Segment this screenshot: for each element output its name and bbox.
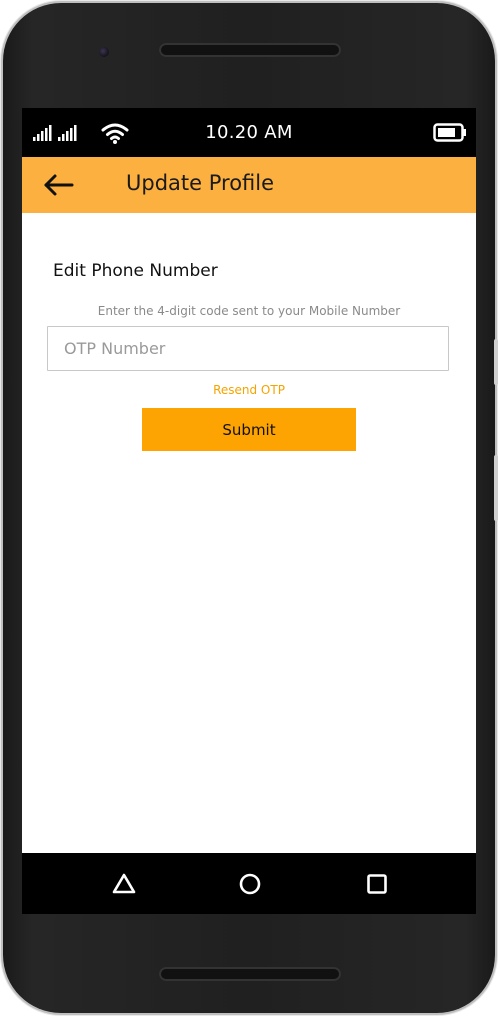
recents-square-icon (367, 874, 387, 894)
app-bar: Update Profile (22, 157, 476, 213)
otp-input[interactable] (47, 326, 449, 371)
section-heading: Edit Phone Number (53, 261, 218, 281)
status-bar: 10.20 AM (22, 108, 476, 157)
nav-back-button[interactable] (109, 869, 139, 899)
bottom-speaker (159, 967, 341, 981)
resend-otp-link[interactable]: Resend OTP (22, 383, 476, 397)
top-speaker (159, 43, 341, 57)
navigation-bar (22, 853, 476, 914)
nav-home-button[interactable] (235, 869, 265, 899)
back-triangle-icon (112, 873, 136, 894)
nav-recents-button[interactable] (362, 869, 392, 899)
helper-text: Enter the 4-digit code sent to your Mobi… (97, 304, 401, 318)
back-button[interactable] (38, 169, 78, 201)
screen: 10.20 AM Update Profile Edit Phone Numbe… (22, 108, 476, 914)
power-button (494, 455, 498, 521)
volume-button (494, 339, 498, 385)
front-camera-icon (99, 47, 109, 57)
status-time: 10.20 AM (205, 122, 293, 143)
home-circle-icon (239, 873, 261, 895)
submit-button[interactable]: Submit (142, 408, 356, 451)
arrow-left-icon (44, 174, 74, 196)
page-title: Update Profile (126, 171, 275, 195)
battery-icon (433, 123, 466, 142)
